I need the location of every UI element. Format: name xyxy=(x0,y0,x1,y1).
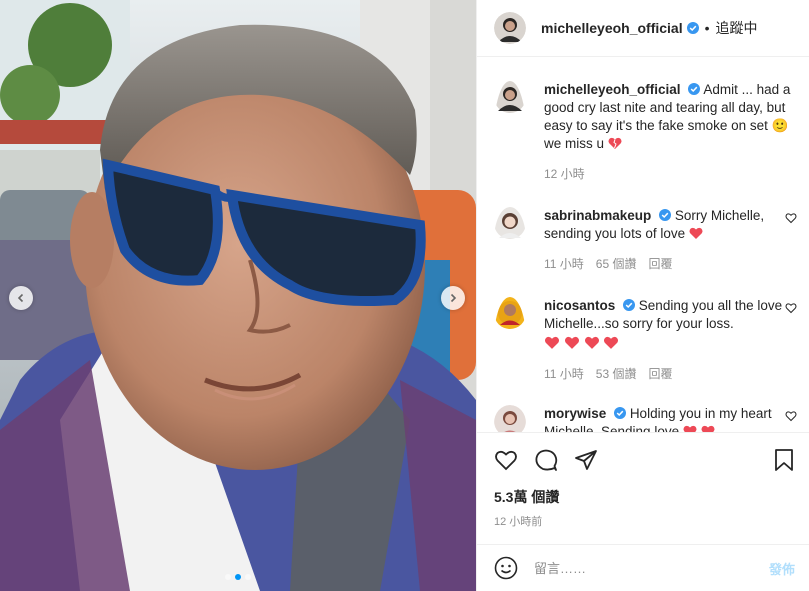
follow-status-button[interactable]: 追蹤中 xyxy=(716,18,758,38)
comment-time: 11 小時 xyxy=(544,367,584,381)
comment-likes[interactable]: 65 個讚 xyxy=(596,255,637,273)
comment-item: sabrinabmakeup Sorry Michelle, sending y… xyxy=(494,207,809,273)
post-header: michelleyeoh_official • 追蹤中 xyxy=(477,0,809,57)
post-photo[interactable] xyxy=(0,0,476,591)
comment-like-heart-icon[interactable] xyxy=(785,212,797,224)
verified-badge-icon xyxy=(614,407,627,419)
like-count[interactable]: 5.3萬 個讚 xyxy=(477,487,809,509)
smiley-icon[interactable] xyxy=(494,556,518,580)
post-comment-button[interactable]: 發佈 xyxy=(769,559,795,578)
comment-username[interactable]: morywise xyxy=(544,406,606,421)
red-heart-emoji-icon xyxy=(564,336,579,349)
comment-like-heart-icon[interactable] xyxy=(785,302,797,314)
heart-emoji-row xyxy=(544,335,800,353)
caption-time: 12 小時 xyxy=(544,167,585,181)
header-separator: • xyxy=(704,20,710,36)
paper-plane-icon[interactable] xyxy=(574,448,598,472)
verified-badge-icon xyxy=(688,83,701,95)
broken-heart-icon xyxy=(608,137,622,149)
verified-badge-icon xyxy=(686,22,699,34)
comment-input[interactable] xyxy=(534,560,744,576)
verified-badge-icon xyxy=(659,209,672,221)
author-username[interactable]: michelleyeoh_official xyxy=(541,20,683,36)
commenter-avatar[interactable] xyxy=(494,207,526,273)
carousel-dot xyxy=(245,574,251,580)
carousel-indicator xyxy=(0,574,476,580)
reply-button[interactable]: 回覆 xyxy=(648,255,672,273)
reply-button[interactable]: 回覆 xyxy=(648,365,672,383)
chevron-right-icon xyxy=(450,293,457,303)
action-bar xyxy=(477,432,809,487)
red-heart-emoji-icon xyxy=(683,425,697,432)
caption-username[interactable]: michelleyeoh_official xyxy=(544,82,681,97)
comment-username[interactable]: sabrinabmakeup xyxy=(544,208,651,223)
comment-item: nicosantos Sending you all the love Mich… xyxy=(494,297,809,383)
comment-like-heart-icon[interactable] xyxy=(785,410,797,422)
red-heart-emoji-icon xyxy=(701,425,715,432)
comment-composer: 發佈 xyxy=(477,544,809,591)
comment-likes[interactable]: 53 個讚 xyxy=(596,365,637,383)
carousel-dot-active xyxy=(235,574,241,580)
author-avatar[interactable] xyxy=(494,12,526,44)
red-heart-emoji-icon xyxy=(584,336,599,349)
portrait-photo xyxy=(0,0,476,591)
commenter-avatar[interactable] xyxy=(494,405,526,432)
post-timestamp[interactable]: 12 小時前 xyxy=(477,513,809,529)
carousel-prev-button[interactable] xyxy=(9,286,33,310)
commenter-avatar[interactable] xyxy=(494,297,526,383)
author-avatar[interactable] xyxy=(494,81,526,183)
speech-bubble-icon[interactable] xyxy=(534,448,558,472)
verified-badge-icon xyxy=(623,299,636,311)
carousel-next-button[interactable] xyxy=(441,286,465,310)
red-heart-emoji-icon xyxy=(689,227,703,239)
caption: michelleyeoh_official Admit ... had a go… xyxy=(494,81,809,183)
red-heart-emoji-icon xyxy=(544,336,560,349)
post-sidebar: michelleyeoh_official • 追蹤中 michelleyeoh… xyxy=(476,0,809,591)
comment-list[interactable]: michelleyeoh_official Admit ... had a go… xyxy=(477,57,809,432)
comment-item: morywise Holding you in my heart Michell… xyxy=(494,405,809,432)
comment-username[interactable]: nicosantos xyxy=(544,298,615,313)
instagram-post-modal: michelleyeoh_official • 追蹤中 michelleyeoh… xyxy=(0,0,809,591)
carousel-dot xyxy=(225,574,231,580)
red-heart-emoji-icon xyxy=(604,336,619,349)
heart-outline-icon[interactable] xyxy=(494,448,518,472)
chevron-left-icon xyxy=(17,293,24,303)
comment-time: 11 小時 xyxy=(544,257,584,271)
bookmark-icon[interactable] xyxy=(772,448,796,472)
